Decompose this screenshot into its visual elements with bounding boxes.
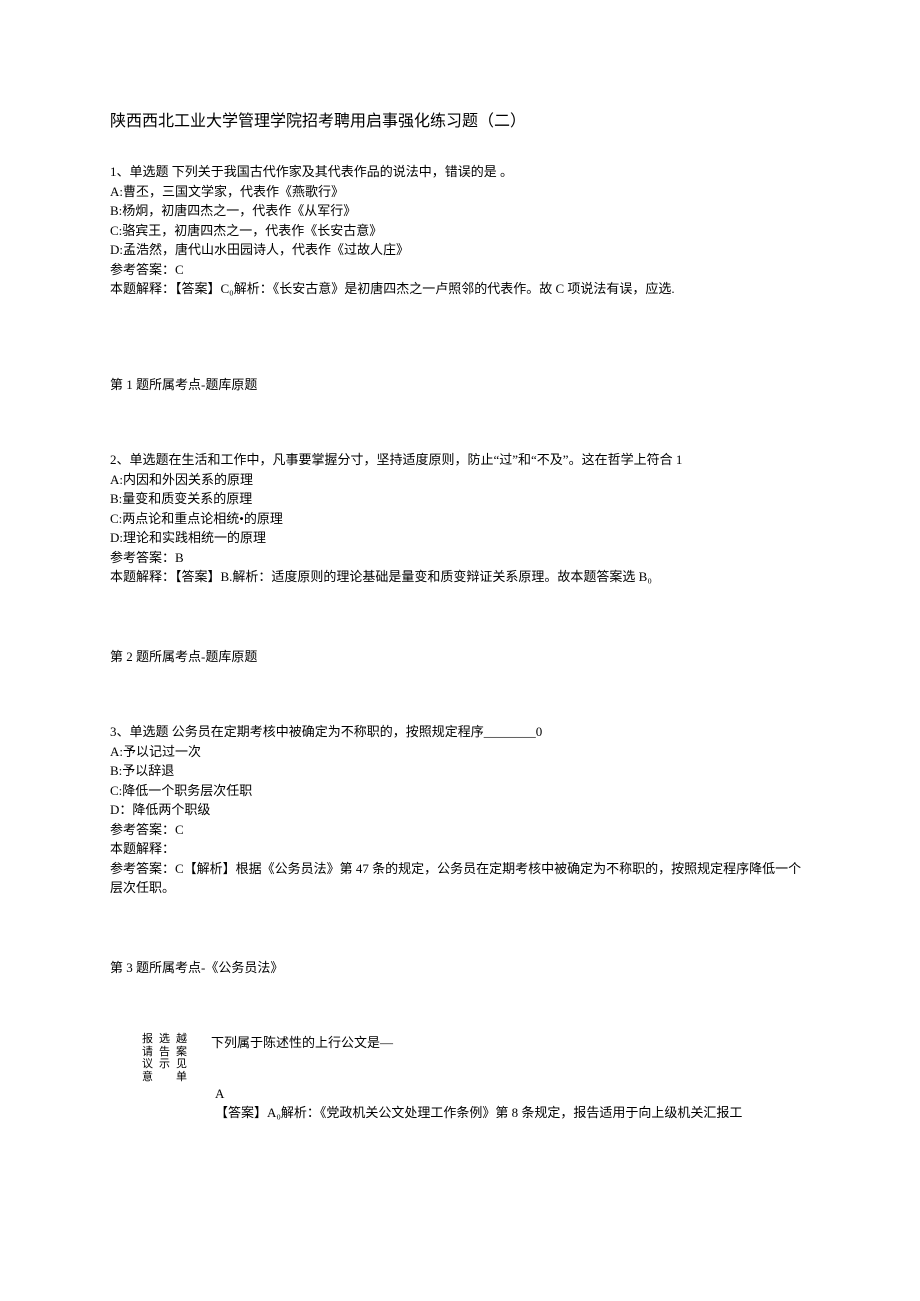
q3-option-c: C:降低一个职务层次任职 [110, 781, 810, 801]
q1-explanation: 本题解释：【答案】C₀解析：《长安古意》是初唐四杰之一卢照邻的代表作。故 C 项… [110, 279, 810, 299]
q3-answer: 参考答案：C [110, 820, 810, 840]
q4-col2: 选 告 示 [159, 1033, 170, 1071]
q2-stem: 2、单选题在生活和工作中，凡事要掌握分寸，坚持适度原则，防止“过”和“不及”。这… [110, 450, 810, 470]
q3-stem: 3、单选题 公务员在定期考核中被确定为不称职的，按照规定程序________0 [110, 722, 810, 742]
q4-col3-3: 见 [176, 1058, 187, 1071]
q4-col1-1: 请 [142, 1046, 153, 1059]
q4-col3-2: 案 [176, 1046, 187, 1059]
question-1: 1、单选题 下列关于我国古代作家及其代表作品的说法中，错误的是 。 A:曹丕，三… [110, 162, 810, 299]
q2-option-b: B:量变和质变关系的原理 [110, 489, 810, 509]
q4-col1-0: 报 [142, 1033, 153, 1046]
q3-option-d: D：降低两个职级 [110, 800, 810, 820]
q1-option-c: C:骆宾王，初唐四杰之一，代表作《长安古意》 [110, 221, 810, 241]
q4-stem: 下列属于陈述性的上行公文是— [211, 1033, 393, 1053]
q4-col3: 越 案 见 单 [176, 1033, 187, 1084]
q2-option-c: C:两点论和重点论相统•的原理 [110, 509, 810, 529]
question-3: 3、单选题 公务员在定期考核中被确定为不称职的，按照规定程序________0 … [110, 722, 810, 898]
q1-point: 第 1 题所属考点-题库原题 [110, 375, 810, 395]
q3-option-b: B:予以辞退 [110, 761, 810, 781]
q1-answer: 参考答案：C [110, 260, 810, 280]
q4-col2-0: 选 [159, 1033, 170, 1046]
q1-stem: 1、单选题 下列关于我国古代作家及其代表作品的说法中，错误的是 。 [110, 162, 810, 182]
q2-option-a: A:内因和外因关系的原理 [110, 470, 810, 490]
q3-explanation: 参考答案：C【解析】根据《公务员法》第 47 条的规定，公务员在定期考核中被确定… [110, 859, 810, 898]
q4-answer-letter: A [215, 1084, 810, 1104]
q2-point: 第 2 题所属考点-题库原题 [110, 647, 810, 667]
q1-option-d: D:孟浩然，唐代山水田园诗人，代表作《过故人庄》 [110, 240, 810, 260]
q4-col3-4: 单 [176, 1071, 187, 1084]
q1-option-a: A:曹丕，三国文学家，代表作《燕歌行》 [110, 182, 810, 202]
q2-explanation: 本题解释：【答案】B.解析：适度原则的理论基础是量变和质变辩证关系原理。故本题答… [110, 567, 810, 587]
q4-col3-0: 越 [176, 1033, 187, 1046]
page-title: 陕西西北工业大学管理学院招考聘用启事强化练习题（二） [110, 110, 810, 134]
q3-option-a: A:予以记过一次 [110, 742, 810, 762]
question-4: 报 请 议 意 选 告 示 越 案 见 单 下列属于陈述性的上行公文是— A 【… [110, 1033, 810, 1123]
q2-answer: 参考答案：B [110, 548, 810, 568]
q3-point: 第 3 题所属考点-《公务员法》 [110, 958, 810, 978]
q4-explanation: 【答案】A₀解析：《党政机关公文处理工作条例》第 8 条规定，报告适用于向上级机… [215, 1103, 810, 1123]
q2-option-d: D:理论和实践相统一的原理 [110, 528, 810, 548]
q3-explanation-label: 本题解释： [110, 839, 810, 859]
q4-col1-2: 议 [142, 1058, 153, 1071]
q1-option-b: B:杨炯，初唐四杰之一，代表作《从军行》 [110, 201, 810, 221]
q4-col2-2: 示 [159, 1058, 170, 1071]
q4-col1-3: 意 [142, 1071, 153, 1084]
q4-col1: 报 请 议 意 [142, 1033, 153, 1084]
q4-col2-1: 告 [159, 1046, 170, 1059]
question-2: 2、单选题在生活和工作中，凡事要掌握分寸，坚持适度原则，防止“过”和“不及”。这… [110, 450, 810, 587]
